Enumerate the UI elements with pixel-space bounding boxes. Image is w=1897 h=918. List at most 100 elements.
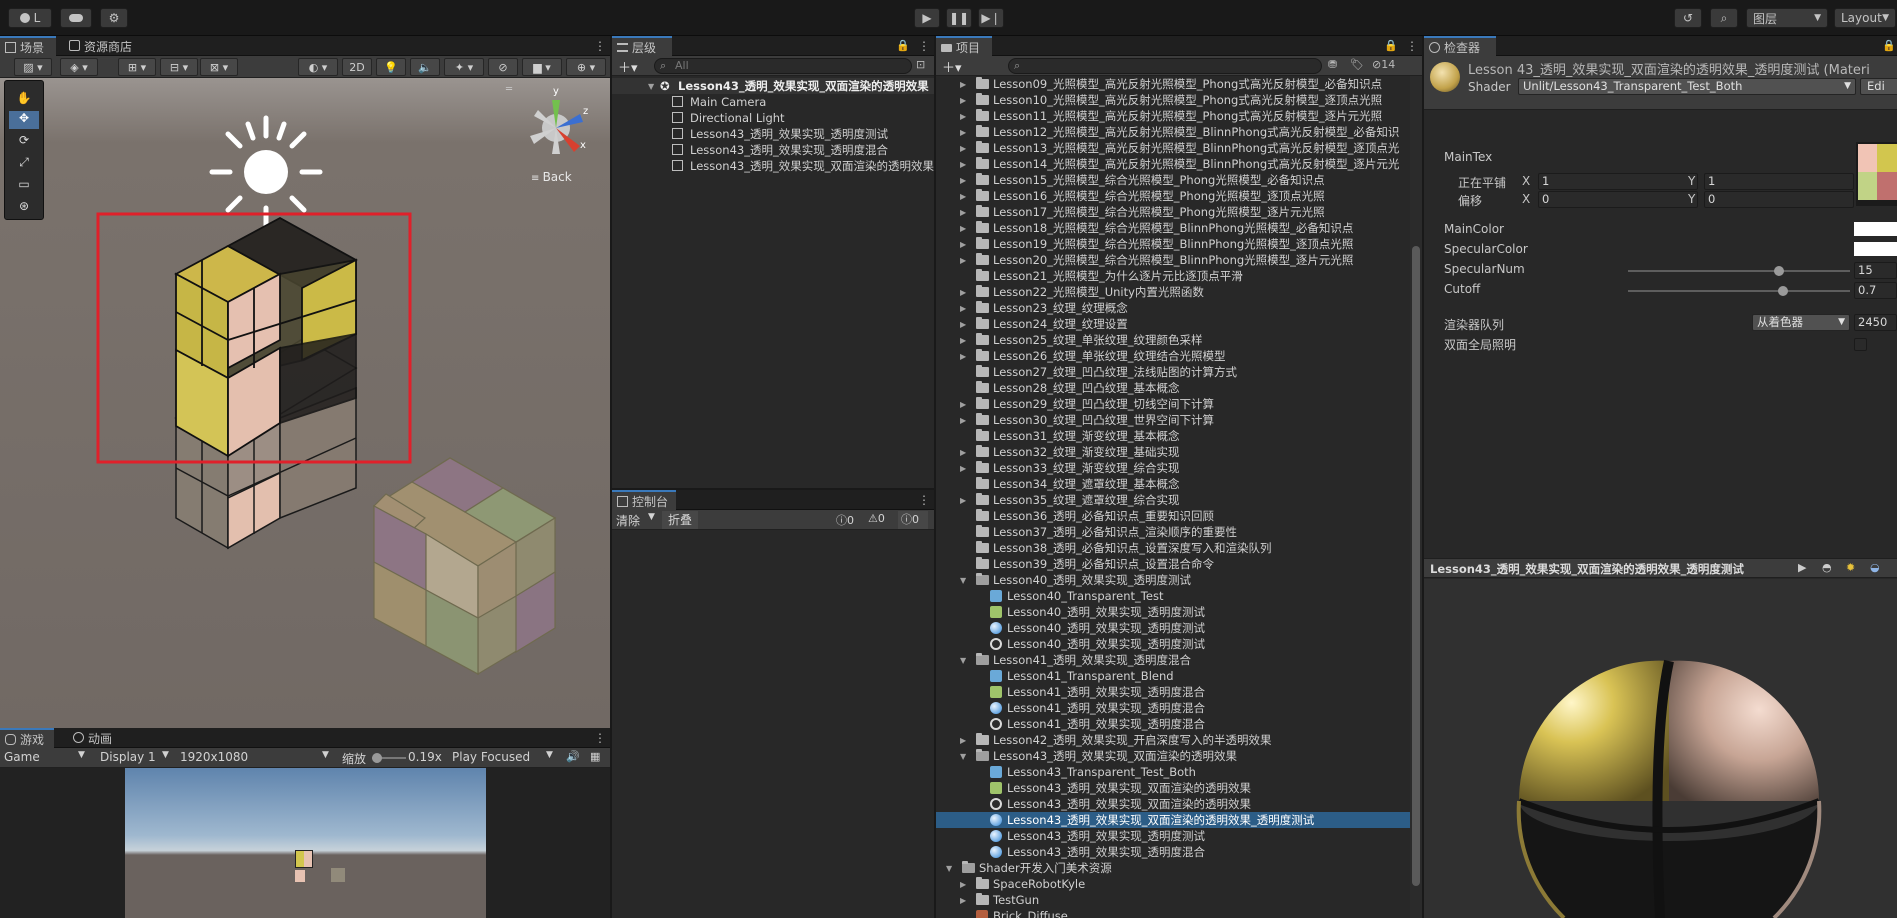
scene-visibility-icon[interactable]: ⊡	[916, 58, 925, 71]
scene-viewport[interactable]: ✋ ✥ ⟳ ⤢ ▭ ⊛ y z x ≡ Back ═	[0, 78, 610, 728]
scale-slider-knob[interactable]	[372, 753, 382, 763]
background-toggle-icon[interactable]: ◒	[1870, 561, 1880, 574]
more-menu-icon[interactable]: ⋮	[1406, 40, 1418, 52]
more-menu-icon[interactable]: ⋮	[594, 732, 606, 744]
project-asset-row[interactable]: Lesson43_透明_效果实现_双面渲染的透明效果_透明度测试	[936, 812, 1410, 828]
snap-increment-dropdown[interactable]: ⊟ ▾	[160, 58, 198, 76]
gizmos-dropdown[interactable]: ⊕ ▾	[566, 58, 606, 76]
chevron-right-icon[interactable]: ▶	[960, 192, 969, 201]
project-asset-row[interactable]: Lesson41_Transparent_Blend	[936, 668, 1410, 684]
tab-scene[interactable]: 场景	[0, 36, 56, 56]
project-folder-row[interactable]: ▶ Lesson11_光照模型_高光反射光照模型_Phong式高光反射模型_逐片元…	[936, 108, 1410, 124]
chevron-right-icon[interactable]: ▶	[960, 336, 969, 345]
specular-color-swatch[interactable]	[1854, 242, 1897, 256]
project-folder-row[interactable]: ▶ Lesson42_透明_效果实现_开启深度写入的半透明效果	[936, 732, 1410, 748]
history-button[interactable]: ↺	[1674, 8, 1702, 28]
offset-y-field[interactable]: 0	[1704, 191, 1854, 208]
hidden-packages-toggle[interactable]: ⊘14	[1372, 58, 1395, 71]
warning-filter-toggle[interactable]: ⚠0	[868, 512, 885, 525]
project-asset-row[interactable]: Lesson43_透明_效果实现_双面渲染的透明效果	[936, 780, 1410, 796]
chevron-down-icon[interactable]: ▼	[960, 752, 969, 761]
project-scrollbar[interactable]	[1410, 76, 1422, 918]
main-color-swatch[interactable]	[1854, 222, 1897, 236]
main-tex-slot[interactable]	[1856, 142, 1897, 206]
project-folder-row[interactable]: ▶ SpaceRobotKyle	[936, 876, 1410, 892]
more-menu-icon[interactable]: ⋮	[918, 40, 930, 52]
project-folder-row[interactable]: ▼ Lesson43_透明_效果实现_双面渲染的透明效果	[936, 748, 1410, 764]
gizmo-back-label[interactable]: ≡ Back	[531, 170, 572, 184]
chevron-right-icon[interactable]: ▶	[960, 464, 969, 473]
project-folder-row[interactable]: ▶ Lesson30_纹理_凹凸纹理_世界空间下计算	[936, 412, 1410, 428]
chevron-right-icon[interactable]: ▶	[960, 160, 969, 169]
hierarchy-search-input[interactable]: ⌕ All	[654, 58, 912, 74]
tab-animation[interactable]: 动画	[68, 728, 124, 748]
grid-snap-dropdown[interactable]: ⊞ ▾	[118, 58, 156, 76]
tiling-y-field[interactable]: 1	[1704, 173, 1854, 190]
tab-game[interactable]: 游戏	[0, 728, 54, 748]
double-sided-gi-checkbox[interactable]	[1854, 338, 1867, 351]
chevron-right-icon[interactable]: ▶	[960, 176, 969, 185]
project-folder-row[interactable]: ▼ Lesson40_透明_效果实现_透明度测试	[936, 572, 1410, 588]
project-asset-row[interactable]: Brick_Diffuse	[936, 908, 1410, 918]
hierarchy-item[interactable]: Lesson43_透明_效果实现_透明度混合	[612, 142, 934, 158]
tab-inspector[interactable]: 检查器	[1424, 36, 1496, 56]
layers-dropdown[interactable]: 图层 ▼	[1746, 8, 1828, 28]
project-folder-row[interactable]: ▶ Lesson15_光照模型_综合光照模型_Phong光照模型_必备知识点	[936, 172, 1410, 188]
project-asset-row[interactable]: Lesson41_透明_效果实现_透明度混合	[936, 716, 1410, 732]
chevron-right-icon[interactable]: ▶	[960, 448, 969, 457]
clear-button[interactable]: 清除 ▼	[616, 512, 656, 529]
more-menu-icon[interactable]: ⋮	[918, 494, 930, 506]
preview-viewport[interactable]	[1424, 579, 1897, 918]
project-folder-row[interactable]: ▶ Lesson23_纹理_纹理概念	[936, 300, 1410, 316]
chevron-right-icon[interactable]: ▶	[960, 416, 969, 425]
project-folder-row[interactable]: Lesson27_纹理_凹凸纹理_法线贴图的计算方式	[936, 364, 1410, 380]
project-asset-row[interactable]: Lesson40_透明_效果实现_透明度测试	[936, 620, 1410, 636]
cloud-button[interactable]	[60, 8, 92, 28]
project-folder-row[interactable]: ▼ Lesson41_透明_效果实现_透明度混合	[936, 652, 1410, 668]
project-asset-row[interactable]: Lesson43_透明_效果实现_透明度测试	[936, 828, 1410, 844]
project-scrollbar-thumb[interactable]	[1412, 246, 1420, 886]
mute-audio-icon[interactable]: 🔊	[566, 750, 580, 763]
cutoff-field[interactable]: 0.7	[1854, 282, 1897, 299]
project-folder-row[interactable]: ▶ Lesson22_光照模型_Unity内置光照函数	[936, 284, 1410, 300]
project-folder-row[interactable]: ▶ Lesson26_纹理_单张纹理_纹理结合光照模型	[936, 348, 1410, 364]
hierarchy-item[interactable]: Main Camera	[612, 94, 934, 110]
lighting-toggle[interactable]: 💡	[376, 58, 406, 76]
scene-visibility-toggle[interactable]: ⊘	[488, 58, 518, 76]
cutoff-knob[interactable]	[1778, 286, 1789, 296]
collab-button[interactable]: ⚙	[100, 8, 128, 28]
chevron-right-icon[interactable]: ▶	[960, 224, 969, 233]
grid-plane-dropdown[interactable]: ⊠ ▾	[200, 58, 238, 76]
project-folder-row[interactable]: Lesson31_纹理_渐变纹理_基本概念	[936, 428, 1410, 444]
light-toggle-icon[interactable]: ✹	[1846, 561, 1855, 574]
chevron-right-icon[interactable]: ▶	[960, 736, 969, 745]
audio-toggle[interactable]: 🔈	[410, 58, 440, 76]
error-filter-toggle[interactable]: ⓘ0	[898, 511, 928, 529]
chevron-right-icon[interactable]: ▶	[960, 496, 969, 505]
tab-asset-store[interactable]: 资源商店	[64, 36, 148, 56]
render-queue-dropdown[interactable]: 从着色器 ▼	[1752, 314, 1850, 331]
label-filter-icon[interactable]: 🏷	[1350, 58, 1364, 71]
project-asset-row[interactable]: Lesson43_Transparent_Test_Both	[936, 764, 1410, 780]
play-button[interactable]: ▶	[914, 8, 940, 28]
project-folder-row[interactable]: ▶ Lesson12_光照模型_高光反射光照模型_BlinnPhong式高光反射模…	[936, 124, 1410, 140]
project-search-input[interactable]: ⌕	[1008, 58, 1322, 74]
chevron-right-icon[interactable]: ▶	[960, 320, 969, 329]
step-button[interactable]: ▶❘	[978, 8, 1004, 28]
project-asset-row[interactable]: Lesson43_透明_效果实现_双面渲染的透明效果	[936, 796, 1410, 812]
overlay-menu-icon[interactable]: ═	[506, 84, 522, 95]
more-menu-icon[interactable]: ⋮	[594, 40, 606, 52]
project-folder-row[interactable]: ▶ Lesson35_纹理_遮罩纹理_综合实现	[936, 492, 1410, 508]
project-folder-row[interactable]: ▶ Lesson17_光照模型_综合光照模型_Phong光照模型_逐片元光照	[936, 204, 1410, 220]
play-icon[interactable]: ▶	[1798, 561, 1806, 574]
project-asset-row[interactable]: Lesson41_透明_效果实现_透明度混合	[936, 700, 1410, 716]
scale-slider[interactable]	[372, 753, 406, 763]
project-folder-row[interactable]: ▶ Lesson09_光照模型_高光反射光照模型_Phong式高光反射模型_必备知…	[936, 76, 1410, 92]
chevron-down-icon[interactable]: ▼	[946, 864, 955, 873]
chevron-right-icon[interactable]: ▶	[960, 240, 969, 249]
stats-icon[interactable]: ▦	[590, 750, 600, 763]
project-asset-row[interactable]: Lesson41_透明_效果实现_透明度混合	[936, 684, 1410, 700]
project-folder-row[interactable]: ▶ Lesson20_光照模型_综合光照模型_BlinnPhong光照模型_逐片元…	[936, 252, 1410, 268]
project-asset-row[interactable]: Lesson40_透明_效果实现_透明度测试	[936, 636, 1410, 652]
create-asset-button[interactable]: ＋▾	[942, 57, 962, 76]
